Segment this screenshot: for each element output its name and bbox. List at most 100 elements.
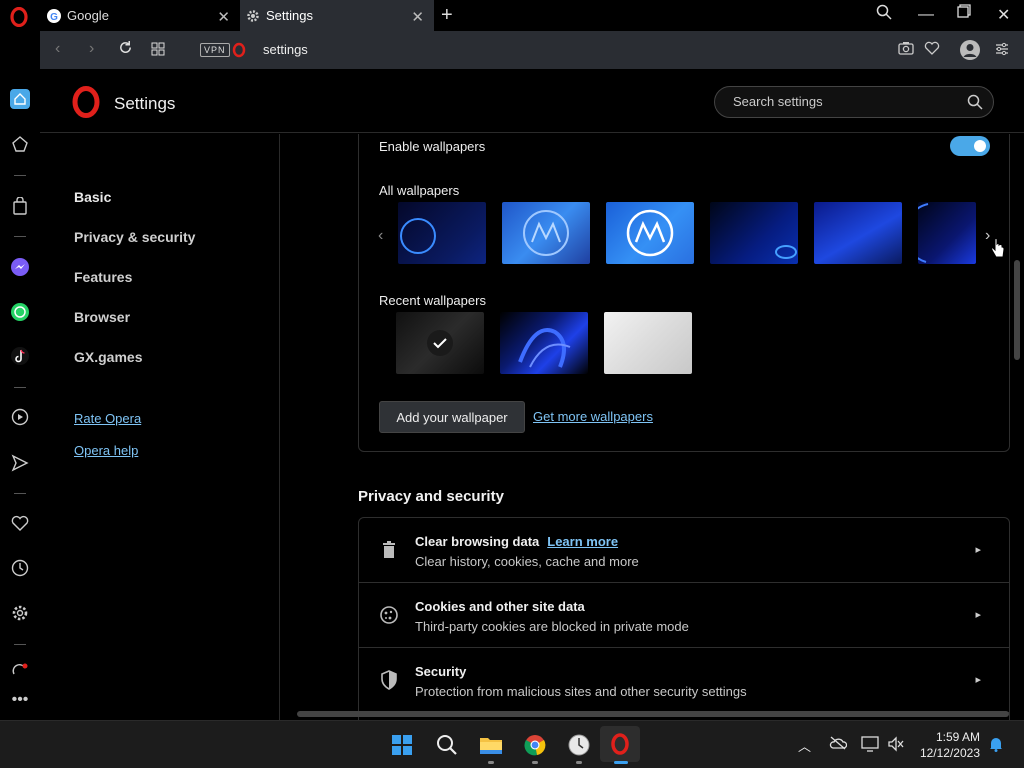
settings-nav: Basic Privacy & security Features Browse… — [40, 134, 280, 720]
taskbar-clock[interactable]: 1:59 AM 12/12/2023 — [918, 729, 980, 761]
windows-taskbar: ︿ 1:59 AM 12/12/2023 — [0, 720, 1024, 768]
gear-icon — [246, 9, 260, 23]
whatsapp-icon[interactable] — [10, 302, 30, 322]
settings-gear-icon[interactable] — [10, 603, 30, 623]
search-settings-box[interactable] — [714, 86, 994, 118]
chevron-up-icon[interactable]: ︿ — [798, 736, 811, 755]
close-window-icon[interactable]: ✕ — [997, 5, 1010, 25]
tiktok-icon[interactable] — [10, 346, 30, 366]
opera-taskbar-icon[interactable] — [600, 726, 640, 762]
minimize-icon[interactable]: — — [918, 6, 934, 24]
wallpaper-thumbnail[interactable] — [500, 312, 588, 374]
clock-app-icon[interactable] — [566, 732, 592, 758]
enable-wallpapers-toggle[interactable] — [950, 136, 990, 156]
wallpaper-thumbnail[interactable] — [398, 202, 486, 264]
opera-menu-icon[interactable] — [9, 7, 29, 27]
player-icon[interactable] — [10, 407, 30, 427]
shopping-bag-icon[interactable] — [10, 196, 30, 216]
wallpaper-thumbnail[interactable] — [604, 312, 692, 374]
cookies-site-data-row[interactable]: Cookies and other site data Third-party … — [359, 583, 1009, 648]
learn-more-link[interactable]: Learn more — [547, 534, 618, 549]
nav-browser[interactable]: Browser — [74, 309, 130, 325]
running-indicator — [488, 761, 494, 764]
speed-dial-grid-icon[interactable] — [151, 42, 165, 61]
send-flow-icon[interactable] — [10, 453, 30, 473]
tab-title: Settings — [266, 8, 313, 23]
get-more-wallpapers-link[interactable]: Get more wallpapers — [533, 409, 653, 424]
enable-wallpapers-label: Enable wallpapers — [379, 139, 486, 154]
search-settings-input[interactable] — [733, 94, 953, 109]
add-wallpaper-button[interactable]: Add your wallpaper — [379, 401, 525, 433]
search-icon[interactable] — [967, 94, 983, 110]
tab-settings[interactable]: Settings ✕ — [240, 0, 434, 31]
all-wallpapers-label: All wallpapers — [379, 183, 460, 198]
new-tab-plus-icon[interactable]: + — [441, 4, 453, 27]
row-description: Third-party cookies are blocked in priva… — [415, 619, 689, 634]
taskbar-search-icon[interactable] — [434, 732, 460, 758]
row-title: Security — [415, 664, 467, 679]
wallpaper-thumbnail-selected[interactable] — [396, 312, 484, 374]
clock-date: 12/12/2023 — [919, 746, 980, 760]
volume-muted-icon[interactable] — [887, 736, 905, 757]
wallpaper-thumbnail[interactable] — [814, 202, 902, 264]
opera-site-icon — [232, 42, 246, 58]
sidebar-separator — [14, 236, 26, 237]
chrome-icon[interactable] — [522, 732, 548, 758]
file-explorer-icon[interactable] — [478, 732, 504, 758]
url-text[interactable]: settings — [263, 42, 308, 57]
running-indicator — [532, 761, 538, 764]
forward-icon[interactable]: › — [89, 40, 94, 58]
trash-icon — [383, 541, 395, 558]
wallpaper-thumbnail[interactable] — [710, 202, 798, 264]
nav-privacy-security[interactable]: Privacy & security — [74, 229, 195, 245]
active-indicator — [614, 761, 628, 764]
windows-start-icon[interactable] — [389, 732, 415, 758]
back-icon[interactable]: ‹ — [55, 40, 60, 58]
history-clock-icon[interactable] — [10, 558, 30, 578]
heart-bookmarks-icon[interactable] — [10, 513, 30, 533]
wallpaper-thumbnail[interactable] — [606, 202, 694, 264]
messenger-icon[interactable] — [10, 257, 30, 277]
address-bar: ‹ › VPN settings — [40, 31, 1024, 69]
nav-features[interactable]: Features — [74, 269, 132, 285]
rate-opera-link[interactable]: Rate Opera — [74, 411, 141, 426]
tab-google[interactable]: G Google ✕ — [40, 0, 240, 31]
vertical-scrollbar[interactable] — [1014, 260, 1020, 360]
google-icon: G — [47, 8, 61, 23]
reload-icon[interactable] — [118, 40, 133, 60]
pinboard-icon[interactable] — [10, 134, 30, 154]
opera-help-link[interactable]: Opera help — [74, 443, 138, 458]
camera-snapshot-icon[interactable] — [898, 41, 914, 60]
security-row[interactable]: Security Protection from malicious sites… — [359, 648, 1009, 713]
row-title: Clear browsing data Learn more — [415, 534, 618, 549]
sidebar-separator — [14, 644, 26, 645]
settings-header: Settings — [40, 69, 1024, 133]
sidebar-separator — [14, 175, 26, 176]
tab-title: Google — [67, 8, 109, 23]
horizontal-scrollbar[interactable] — [297, 711, 1009, 717]
update-notification-icon[interactable] — [10, 661, 30, 681]
profile-avatar-icon[interactable] — [959, 39, 981, 66]
restore-icon[interactable] — [957, 4, 971, 23]
wallpaper-thumbnail[interactable] — [918, 202, 976, 264]
recent-wallpapers-label: Recent wallpapers — [379, 293, 486, 308]
home-icon[interactable] — [10, 89, 30, 109]
close-tab-icon[interactable]: ✕ — [217, 8, 230, 26]
chevron-left-icon[interactable]: ‹ — [378, 227, 383, 245]
onedrive-icon[interactable] — [829, 736, 848, 755]
row-description: Protection from malicious sites and othe… — [415, 684, 747, 699]
easy-setup-menu-icon[interactable] — [995, 42, 1009, 61]
wallpaper-thumbnail[interactable] — [502, 202, 590, 264]
heart-bookmark-icon[interactable] — [924, 41, 940, 60]
display-icon[interactable] — [861, 736, 879, 757]
opera-sidebar: ••• — [0, 69, 40, 720]
notification-bell-icon[interactable] — [988, 736, 1004, 757]
more-options-icon[interactable]: ••• — [10, 690, 30, 710]
clear-browsing-data-row[interactable]: Clear browsing data Learn more Clear hist… — [359, 518, 1009, 583]
close-tab-icon[interactable]: ✕ — [411, 8, 424, 26]
tab-bar: G Google ✕ Settings ✕ + — ✕ — [0, 0, 1024, 31]
search-tabs-icon[interactable] — [876, 4, 892, 25]
nav-basic[interactable]: Basic — [74, 189, 111, 205]
nav-gx-games[interactable]: GX.games — [74, 349, 142, 365]
vpn-badge[interactable]: VPN — [200, 43, 230, 57]
